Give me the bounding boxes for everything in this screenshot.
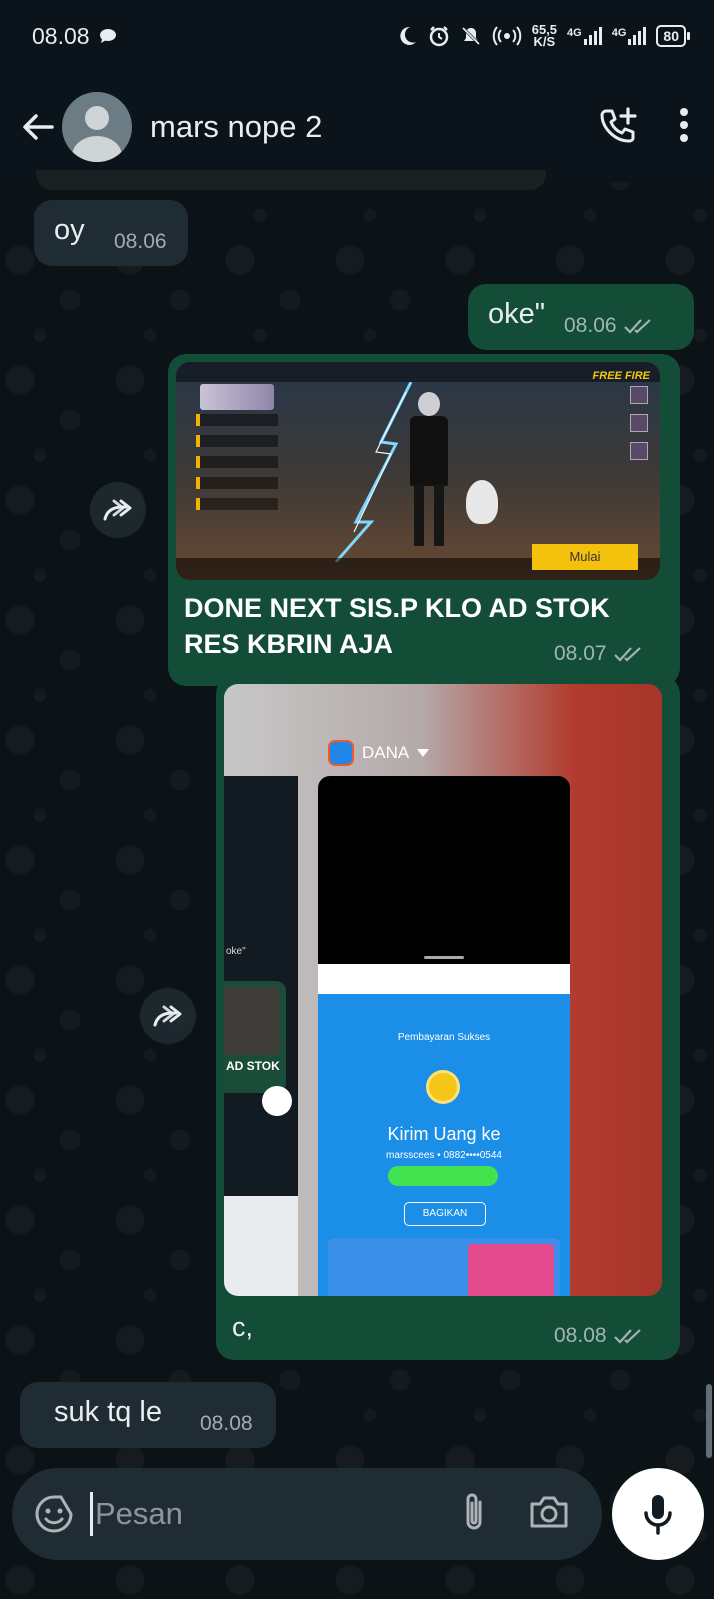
message-composer: Pesan — [12, 1468, 602, 1560]
image-message-outgoing[interactable]: FREE FIRE Mulai DONE NEXT SIS.P KLO AD S… — [168, 354, 680, 686]
time-label: 08.07 — [554, 642, 607, 665]
message-time: 08.08 — [200, 1412, 253, 1436]
message-outgoing[interactable]: oke" 08.06 — [468, 284, 694, 350]
chevron-down-icon — [417, 749, 430, 757]
status-bar: 08.08 65,5 K/S 4G 4G 80 — [0, 0, 714, 72]
sim1-signal: 4G — [567, 27, 602, 45]
sim2-signal: 4G — [612, 27, 647, 45]
moon-icon — [396, 25, 418, 47]
game-logo — [200, 384, 274, 410]
forward-icon — [153, 1005, 182, 1027]
mini-mic-icon — [262, 1086, 292, 1116]
app-label: DANA — [328, 740, 430, 766]
previous-message-partial[interactable] — [36, 170, 546, 190]
redaction-scribble — [388, 1166, 498, 1186]
message-time: 08.08 — [554, 1324, 645, 1348]
scroll-indicator[interactable] — [706, 1384, 712, 1458]
image-caption: c, — [232, 1312, 254, 1342]
forward-button[interactable] — [90, 482, 146, 538]
mic-icon — [644, 1495, 672, 1535]
recent-app-card: AD STOK oke" — [224, 776, 298, 1296]
game-character — [404, 392, 454, 552]
game-screenshot-image[interactable]: FREE FIRE Mulai — [176, 362, 660, 580]
sim2-label: 4G — [611, 27, 627, 39]
avatar[interactable] — [62, 92, 132, 162]
signal-bars-icon — [628, 27, 647, 45]
app-name: DANA — [362, 743, 410, 762]
more-options-button[interactable] — [678, 105, 690, 150]
message-time: 08.07 — [554, 642, 645, 666]
share-button: BAGIKAN — [404, 1202, 486, 1226]
clock: 08.08 — [32, 22, 90, 49]
battery-icon: 80 — [656, 25, 690, 47]
message-text: oy — [54, 214, 85, 246]
coin-icon — [426, 1070, 460, 1104]
paperclip-icon — [466, 1493, 482, 1529]
chat-notification-icon — [98, 27, 118, 45]
forward-button[interactable] — [140, 988, 196, 1044]
read-ticks-icon — [613, 1329, 641, 1344]
sticker-button[interactable] — [32, 1492, 76, 1536]
dana-app-icon — [328, 740, 354, 766]
time-label: 08.06 — [114, 230, 167, 253]
game-start-button: Mulai — [532, 544, 638, 570]
mini-keyboard — [224, 1196, 298, 1296]
time-label: 08.08 — [200, 1412, 253, 1435]
message-input[interactable]: Pesan — [95, 1496, 183, 1532]
contact-name[interactable]: mars nope 2 — [150, 109, 322, 145]
forward-icon — [103, 499, 132, 521]
battery-level: 80 — [663, 28, 679, 44]
add-call-button[interactable] — [598, 105, 638, 150]
dana-screenshot-image[interactable]: AD STOK oke" DANA Pembayaran Sukses Kiri… — [224, 684, 662, 1296]
game-side-icons — [630, 386, 648, 470]
text-cursor — [90, 1492, 93, 1536]
sticker-icon — [35, 1495, 73, 1533]
mini-text: oke" — [226, 946, 246, 957]
time-label: 08.06 — [564, 314, 617, 337]
message-incoming[interactable]: suk tq le 08.08 — [20, 1382, 276, 1448]
net-speed-unit: K/S — [533, 34, 556, 49]
voice-record-button[interactable] — [612, 1468, 704, 1560]
mute-bell-icon — [460, 25, 482, 47]
transfer-headline: Kirim Uang ke — [387, 1124, 501, 1144]
signal-bars-icon — [583, 27, 602, 45]
dana-content: Pembayaran Sukses Kirim Uang ke marsscee… — [318, 994, 570, 1296]
back-button[interactable] — [18, 107, 58, 147]
more-vertical-icon — [680, 107, 688, 142]
network-speed: 65,5 K/S — [532, 23, 557, 49]
time-label: 08.08 — [554, 1324, 607, 1347]
message-time: 08.06 — [564, 314, 655, 338]
promo-image — [468, 1244, 554, 1296]
message-text: oke" — [488, 298, 546, 330]
read-ticks-icon — [613, 647, 641, 662]
add-call-icon — [600, 106, 637, 142]
chat-header: mars nope 2 — [0, 72, 714, 182]
camera-button[interactable] — [528, 1494, 570, 1535]
game-menu — [196, 414, 278, 519]
message-incoming[interactable]: oy 08.06 — [34, 200, 188, 266]
alarm-icon — [428, 25, 450, 47]
camera-icon — [530, 1496, 568, 1527]
game-pet — [466, 480, 498, 524]
image-message-outgoing[interactable]: AD STOK oke" DANA Pembayaran Sukses Kiri… — [216, 676, 680, 1360]
arrow-left-icon — [23, 114, 54, 140]
recipient-account: marsscees • 0882••••0544 — [386, 1150, 502, 1161]
game-brand: FREE FIRE — [592, 370, 650, 382]
hotspot-icon — [492, 25, 522, 47]
dana-header — [318, 964, 570, 994]
message-text: suk tq le — [54, 1396, 162, 1428]
attach-button[interactable] — [460, 1490, 488, 1539]
message-time: 08.06 — [114, 230, 167, 254]
sim1-label: 4G — [567, 27, 582, 39]
read-ticks-icon — [623, 319, 651, 334]
dana-app-card: Pembayaran Sukses Kirim Uang ke marsscee… — [318, 776, 570, 1296]
mini-chat-bubble: AD STOK — [224, 981, 286, 1093]
mini-caption: AD STOK — [226, 1059, 280, 1073]
payment-status: Pembayaran Sukses — [397, 1032, 491, 1043]
